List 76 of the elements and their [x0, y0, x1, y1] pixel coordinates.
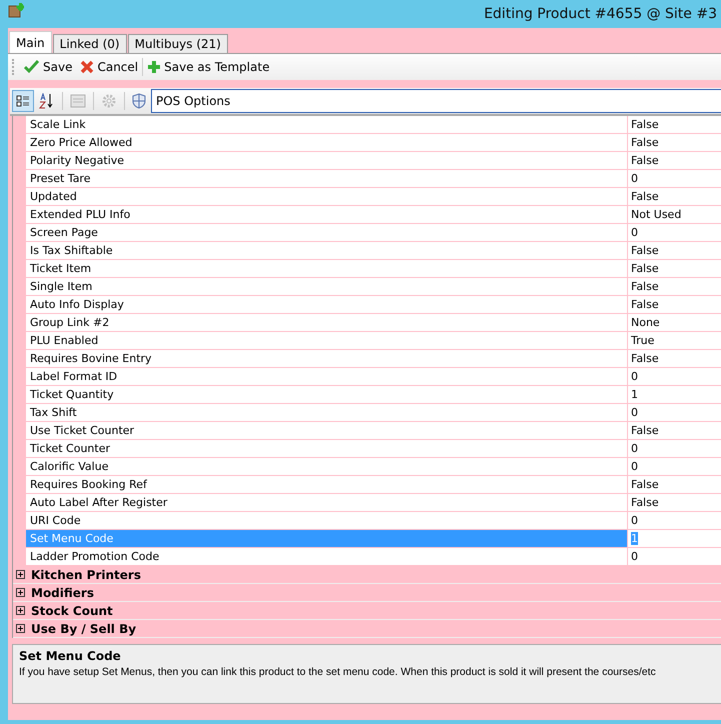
category-field[interactable]: POS Options — [151, 89, 721, 113]
property-value[interactable]: 0 — [627, 368, 721, 385]
property-value[interactable]: 0 — [627, 224, 721, 241]
list-icon — [16, 94, 30, 108]
property-value[interactable]: False — [627, 278, 721, 295]
sort-icon — [39, 93, 55, 109]
app-icon — [8, 3, 24, 19]
property-name[interactable]: Updated — [26, 188, 627, 205]
category-header[interactable]: Use By / Sell By — [31, 622, 136, 636]
save-button[interactable]: Save — [20, 60, 76, 74]
category-header[interactable]: Modifiers — [31, 586, 94, 600]
property-value[interactable]: 0 — [627, 548, 721, 565]
checkmark-icon — [24, 60, 40, 74]
property-name[interactable]: PLU Enabled — [26, 332, 627, 349]
property-name[interactable]: Requires Booking Ref — [26, 476, 627, 493]
property-name[interactable]: Tax Shift — [26, 404, 627, 421]
save-template-button[interactable]: Save as Template — [143, 60, 274, 74]
property-value[interactable]: 0 — [627, 512, 721, 529]
description-title: Set Menu Code — [19, 649, 122, 663]
property-name[interactable]: Use Ticket Counter — [26, 422, 627, 439]
property-name[interactable]: Ticket Counter — [26, 440, 627, 457]
property-name[interactable]: Is Tax Shiftable — [26, 242, 627, 259]
shield-icon — [131, 93, 147, 109]
property-name[interactable]: Single Item — [26, 278, 627, 295]
property-value[interactable]: False — [627, 476, 721, 493]
expand-icon[interactable] — [16, 570, 25, 579]
tab[interactable]: Linked (0) — [52, 34, 127, 53]
property-name[interactable]: Auto Info Display — [26, 296, 627, 313]
category-header[interactable]: Stock Count — [31, 604, 113, 618]
property-name[interactable]: Calorific Value — [26, 458, 627, 475]
property-name[interactable]: Screen Page — [26, 224, 627, 241]
property-value[interactable]: False — [627, 422, 721, 439]
cross-icon — [80, 60, 94, 74]
plus-icon — [147, 60, 162, 74]
property-name[interactable]: Extended PLU Info — [26, 206, 627, 223]
property-name[interactable]: Ladder Promotion Code — [26, 548, 627, 565]
property-name[interactable]: Ticket Quantity — [26, 386, 627, 403]
tab[interactable]: Multibuys (21) — [128, 34, 228, 53]
property-value[interactable]: 0 — [627, 458, 721, 475]
cancel-button[interactable]: Cancel — [76, 60, 142, 74]
category-header[interactable]: Kitchen Printers — [31, 568, 141, 582]
property-name[interactable]: Requires Bovine Entry — [26, 350, 627, 367]
property-value[interactable]: 1 — [627, 386, 721, 403]
property-value[interactable]: True — [627, 332, 721, 349]
property-value[interactable]: False — [627, 260, 721, 277]
expand-icon[interactable] — [16, 588, 25, 597]
expand-icon[interactable] — [16, 624, 25, 633]
property-value[interactable]: Not Used — [627, 206, 721, 223]
property-value[interactable]: 0 — [627, 170, 721, 187]
property-name[interactable]: Label Format ID — [26, 368, 627, 385]
property-value[interactable]: False — [627, 350, 721, 367]
window-title: Editing Product #4655 @ Site #3 — [484, 6, 718, 22]
categorized-view-button[interactable] — [12, 90, 34, 112]
property-name[interactable]: URI Code — [26, 512, 627, 529]
property-name[interactable]: Auto Label After Register — [26, 494, 627, 511]
tab[interactable]: Main — [9, 31, 52, 53]
page-icon — [70, 94, 86, 108]
property-value[interactable]: False — [627, 188, 721, 205]
expand-icon[interactable] — [16, 606, 25, 615]
property-value[interactable]: None — [627, 314, 721, 331]
property-name[interactable]: Preset Tare — [26, 170, 627, 187]
property-value[interactable]: False — [627, 152, 721, 169]
property-value[interactable]: False — [627, 134, 721, 151]
property-value[interactable]: False — [627, 296, 721, 313]
property-name[interactable]: Ticket Item — [26, 260, 627, 277]
property-name[interactable]: Polarity Negative — [26, 152, 627, 169]
property-name[interactable]: Scale Link — [26, 116, 627, 133]
property-value[interactable]: False — [627, 116, 721, 133]
description-text: If you have setup Set Menus, then you can link this product to the set menu code. When this product is sold it will present the courses/etc — [19, 666, 657, 678]
property-value[interactable]: 0 — [627, 440, 721, 457]
gear-icon — [101, 93, 117, 109]
property-value[interactable]: 0 — [627, 404, 721, 421]
property-name[interactable]: Zero Price Allowed — [26, 134, 627, 151]
property-value[interactable]: False — [627, 494, 721, 511]
property-value[interactable]: False — [627, 242, 721, 259]
property-name[interactable]: Group Link #2 — [26, 314, 627, 331]
